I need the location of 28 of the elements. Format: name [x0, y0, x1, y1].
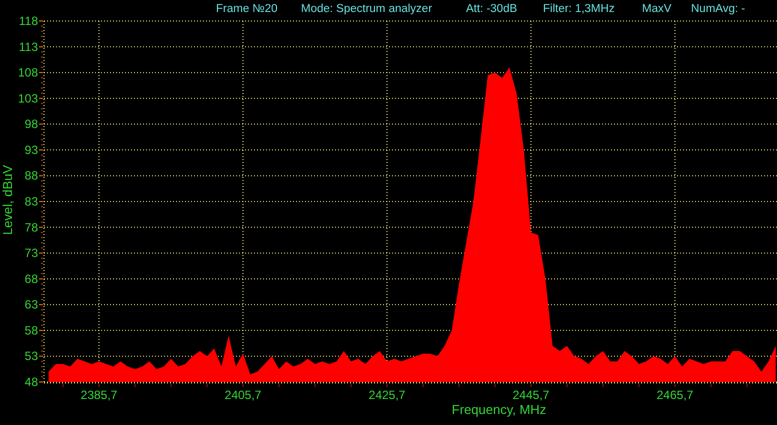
axis-tick-label: 2425,7: [368, 388, 406, 402]
status-text: Att: -30dB: [466, 3, 518, 15]
axis-title: Frequency, MHz: [452, 402, 546, 417]
axis-tick-label: 48: [24, 375, 38, 389]
axis-tick-label: 103: [18, 91, 38, 106]
axis-tick-label: 113: [18, 40, 38, 54]
axis-tick-label: 118: [18, 14, 38, 28]
axis-tick-label: 88: [24, 168, 38, 183]
axis-tick-label: 78: [24, 220, 38, 234]
status-text: Filter: 1,3MHz: [543, 3, 615, 15]
axis-tick-label: 2445,7: [512, 388, 550, 402]
axis-tick-label: 53: [24, 349, 38, 364]
axis-tick-label: 63: [24, 298, 38, 312]
axis-title: Level, dBuV: [0, 164, 15, 236]
status-text: Frame №20: [216, 3, 278, 15]
status-text: MaxV: [642, 3, 672, 15]
axis-tick-label: 93: [24, 142, 38, 157]
axis-tick-label: 2465,7: [656, 388, 694, 402]
axis-tick-label: 83: [24, 194, 38, 208]
axis-tick-label: 58: [24, 323, 38, 338]
axis-tick-label: 68: [24, 272, 38, 286]
axis-tick-label: 98: [24, 117, 38, 132]
axis-tick-label: 73: [24, 246, 38, 260]
status-text: NumAvg: -: [691, 3, 746, 15]
axis-tick-label: 2405,7: [224, 388, 262, 402]
axis-tick-label: 2385,7: [80, 388, 118, 402]
status-text: Mode: Spectrum analyzer: [301, 3, 432, 15]
axis-tick-label: 108: [18, 66, 38, 80]
